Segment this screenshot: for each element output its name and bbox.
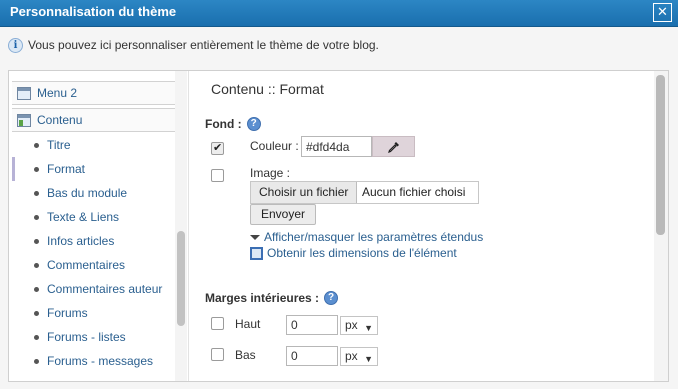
sidebar-item-label: Forums - listes xyxy=(47,330,126,344)
content-pane: Contenu :: Format Fond : ? Couleur : Ima… xyxy=(188,71,668,381)
bullet-icon xyxy=(34,190,39,196)
sidebar-item-label: Forums xyxy=(47,306,88,320)
sidebar-item-label: Commentaires xyxy=(47,258,126,272)
dialog-titlebar: Personnalisation du thème ✕ xyxy=(0,0,678,27)
bullet-icon xyxy=(34,310,39,316)
send-button[interactable]: Envoyer xyxy=(250,204,317,225)
sidebar-scrollbar-thumb[interactable] xyxy=(177,231,185,326)
sidebar-item-texte-liens[interactable]: Texte & Liens xyxy=(12,205,184,229)
sidebar-item-menu-2[interactable]: Menu 2 xyxy=(12,81,184,105)
choose-file-button[interactable]: Choisir un fichier xyxy=(251,182,358,203)
file-input[interactable]: Choisir un fichier Aucun fichier choisi xyxy=(250,181,479,204)
menu-page-icon xyxy=(17,86,31,100)
sidebar-item-label: Menu 2 xyxy=(37,86,78,100)
sidebar-item-format[interactable]: Format xyxy=(12,157,184,181)
sidebar-item-forums-listes[interactable]: Forums - listes xyxy=(12,325,184,349)
help-icon[interactable]: ? xyxy=(324,291,339,305)
sidebar-item-bas-du-module[interactable]: Bas du module xyxy=(12,181,184,205)
margin-top-unit-select[interactable]: px ▼ xyxy=(340,316,378,335)
eyedropper-icon xyxy=(387,141,399,153)
margin-top-checkbox[interactable] xyxy=(211,317,224,330)
dimensions-icon xyxy=(250,246,263,260)
margins-heading: Marges intérieures : ? xyxy=(205,291,339,305)
margin-top-input[interactable] xyxy=(286,315,338,335)
page-title: Contenu :: Format xyxy=(211,81,324,97)
bullet-icon xyxy=(34,238,39,244)
sidebar-scrollbar-track[interactable] xyxy=(175,71,187,381)
bullet-icon xyxy=(34,262,39,268)
chevron-down-icon: ▼ xyxy=(364,354,373,364)
intro-message: i Vous pouvez ici personnaliser entièrem… xyxy=(8,37,379,53)
file-status: Aucun fichier choisi xyxy=(362,185,466,199)
sidebar-item-forums[interactable]: Forums xyxy=(12,301,184,325)
get-dimensions-label: Obtenir les dimensions de l'élément xyxy=(267,246,457,260)
chevron-down-icon: ▼ xyxy=(364,323,373,333)
image-label: Image : xyxy=(250,166,291,180)
intro-text: Vous pouvez ici personnaliser entièremen… xyxy=(28,38,379,52)
content-scrollbar-thumb[interactable] xyxy=(656,75,665,235)
sidebar-item-label: Forums - messages xyxy=(47,354,154,368)
caret-down-icon xyxy=(250,234,260,240)
margin-bottom-unit-select[interactable]: px ▼ xyxy=(340,347,378,366)
bullet-icon xyxy=(34,286,39,292)
fond-heading-label: Fond : xyxy=(205,117,242,131)
sidebar-item-contenu[interactable]: Contenu xyxy=(12,108,184,132)
sidebar-item-titre[interactable]: Titre xyxy=(12,133,184,157)
sidebar-item-commentaires-auteur[interactable]: Commentaires auteur xyxy=(12,277,184,301)
fond-heading: Fond : ? xyxy=(205,117,261,131)
dialog-title: Personnalisation du thème xyxy=(10,4,177,19)
image-checkbox[interactable] xyxy=(211,169,224,182)
close-button[interactable]: ✕ xyxy=(653,3,672,22)
sidebar-item-label: Contenu xyxy=(37,113,83,127)
bullet-icon xyxy=(34,334,39,340)
sidebar-item-label: Format xyxy=(47,162,86,176)
margin-top-unit: px xyxy=(345,318,358,332)
bullet-icon xyxy=(34,358,39,364)
margin-bottom-input[interactable] xyxy=(286,346,338,366)
toggle-extended-params-label: Afficher/masquer les paramètres étendus xyxy=(264,230,484,244)
sidebar-item-label: Commentaires auteur xyxy=(47,282,163,296)
sidebar-item-forums-messages[interactable]: Forums - messages xyxy=(12,349,184,373)
margin-bottom-label: Bas xyxy=(235,348,256,362)
margin-bottom-unit: px xyxy=(345,349,358,363)
color-input[interactable] xyxy=(301,136,372,157)
sidebar-item-label: Texte & Liens xyxy=(47,210,120,224)
bullet-icon xyxy=(34,166,39,172)
get-dimensions-link[interactable]: Obtenir les dimensions de l'élément xyxy=(250,246,457,260)
sidebar-item-label: Bas du module xyxy=(47,186,128,200)
sidebar-item-label: Infos articles xyxy=(47,234,115,248)
sidebar-item-infos-articles[interactable]: Infos articles xyxy=(12,229,184,253)
color-label: Couleur : xyxy=(250,139,299,153)
content-page-icon xyxy=(17,113,31,127)
toggle-extended-params-link[interactable]: Afficher/masquer les paramètres étendus xyxy=(250,230,483,244)
margin-top-label: Haut xyxy=(235,317,261,331)
info-icon: i xyxy=(8,37,23,53)
color-picker-button[interactable] xyxy=(372,136,415,157)
color-checkbox[interactable] xyxy=(211,141,224,155)
help-icon[interactable]: ? xyxy=(246,117,261,131)
bullet-icon xyxy=(34,142,39,148)
margin-bottom-checkbox[interactable] xyxy=(211,348,224,361)
settings-panel: Menu 2 Contenu Titre Format Bas du modul… xyxy=(8,70,669,382)
sidebar-tree: Menu 2 Contenu Titre Format Bas du modul… xyxy=(9,71,187,381)
sidebar-item-commentaires[interactable]: Commentaires xyxy=(12,253,184,277)
sidebar-item-label: Titre xyxy=(47,138,71,152)
margins-heading-label: Marges intérieures : xyxy=(205,291,320,305)
bullet-icon xyxy=(34,214,39,220)
